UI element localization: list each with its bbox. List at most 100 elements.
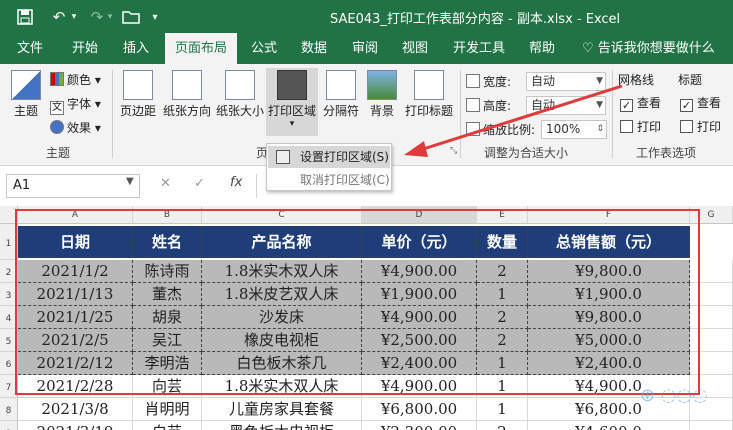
table-cell[interactable]: ¥1,900.0: [528, 283, 690, 306]
column-header-G[interactable]: G: [690, 206, 733, 224]
empty-cell[interactable]: [690, 352, 733, 375]
table-cell[interactable]: ¥6,800.00: [362, 398, 477, 421]
table-cell[interactable]: 2021/2/5: [18, 329, 133, 352]
table-cell[interactable]: ¥2,300.00: [362, 421, 477, 430]
gridlines-view-checkbox[interactable]: ✓ 查看: [620, 94, 661, 112]
table-cell[interactable]: 白芸: [133, 421, 202, 430]
table-header-cell[interactable]: 总销售额（元）: [528, 226, 690, 258]
table-cell[interactable]: 1: [477, 352, 528, 375]
table-cell[interactable]: ¥2,400.00: [362, 352, 477, 375]
spinner-icon[interactable]: ⇕: [596, 121, 604, 138]
tab-developer[interactable]: 开发工具: [446, 33, 512, 64]
column-header-A[interactable]: A: [18, 206, 133, 224]
table-cell[interactable]: 2021/1/2: [18, 260, 133, 283]
gridlines-print-checkbox[interactable]: 打印: [620, 118, 661, 136]
table-cell[interactable]: 橡皮电视柜: [202, 329, 362, 352]
tab-review[interactable]: 审阅: [344, 33, 386, 64]
table-header-cell[interactable]: 数量: [477, 226, 528, 258]
table-cell[interactable]: 2021/2/28: [18, 375, 133, 398]
table-cell[interactable]: ¥5,000.0: [528, 329, 690, 352]
table-cell[interactable]: 2: [477, 421, 528, 430]
table-cell[interactable]: 董杰: [133, 283, 202, 306]
table-header-cell[interactable]: 单价（元）: [362, 226, 477, 258]
colors-button[interactable]: 颜色 ▾: [50, 70, 101, 90]
table-cell[interactable]: ¥4,900.00: [362, 375, 477, 398]
save-icon[interactable]: [14, 6, 36, 28]
column-header-D[interactable]: D: [362, 206, 477, 224]
tab-insert[interactable]: 插入: [113, 33, 159, 64]
fx-icon[interactable]: fx: [230, 175, 242, 190]
open-folder-icon[interactable]: [120, 6, 142, 28]
table-header-cell[interactable]: 姓名: [133, 226, 202, 258]
table-cell[interactable]: 2021/2/12: [18, 352, 133, 375]
row-header-6[interactable]: 6: [0, 352, 18, 375]
tab-view[interactable]: 视图: [394, 33, 436, 64]
width-select[interactable]: 自动 ▼: [526, 72, 606, 91]
table-cell[interactable]: ¥9,800.0: [528, 306, 690, 329]
background-button[interactable]: 背景: [364, 70, 400, 119]
table-cell[interactable]: 吴江: [133, 329, 202, 352]
table-cell[interactable]: 1.8米实木双人床: [202, 260, 362, 283]
headings-view-checkbox[interactable]: ✓ 查看: [680, 94, 721, 112]
table-cell[interactable]: 2021/1/25: [18, 306, 133, 329]
table-cell[interactable]: ¥4,600.0: [528, 421, 690, 430]
headings-print-checkbox[interactable]: 打印: [680, 118, 721, 136]
tell-me-box[interactable]: ♡ 告诉我你想要做什么: [582, 33, 715, 64]
table-cell[interactable]: 白色板木茶几: [202, 352, 362, 375]
height-select[interactable]: 自动 ▼: [526, 96, 606, 115]
table-cell[interactable]: 2: [477, 260, 528, 283]
fonts-button[interactable]: 文字体 ▾: [50, 94, 101, 115]
table-cell[interactable]: 儿童房家具套餐: [202, 398, 362, 421]
row-header-8[interactable]: 8: [0, 398, 18, 421]
row-header-9[interactable]: 9: [0, 421, 18, 430]
row-header-2[interactable]: 2: [0, 260, 18, 283]
column-header-B[interactable]: B: [133, 206, 202, 224]
name-box-dropdown-icon[interactable]: ▼: [126, 176, 134, 187]
orientation-button[interactable]: 纸张方向: [160, 70, 214, 119]
table-cell[interactable]: 沙发床: [202, 306, 362, 329]
row-header-4[interactable]: 4: [0, 306, 18, 329]
row-header-5[interactable]: 5: [0, 329, 18, 352]
size-button[interactable]: 纸张大小: [214, 70, 266, 119]
table-cell[interactable]: 李明浩: [133, 352, 202, 375]
table-cell[interactable]: 向芸: [133, 375, 202, 398]
table-cell[interactable]: ¥2,500.00: [362, 329, 477, 352]
cancel-icon[interactable]: ✕: [160, 176, 171, 191]
empty-cell[interactable]: [690, 283, 733, 306]
table-cell[interactable]: 2: [477, 329, 528, 352]
tab-home[interactable]: 开始: [62, 33, 108, 64]
row-header-7[interactable]: 7: [0, 375, 18, 398]
table-cell[interactable]: 2: [477, 306, 528, 329]
tab-formulas[interactable]: 公式: [243, 33, 285, 64]
customize-toolbar-icon[interactable]: ▾: [148, 6, 162, 28]
themes-button[interactable]: 主题: [8, 70, 44, 119]
row-header-1[interactable]: 1: [0, 224, 18, 260]
table-header-cell[interactable]: 日期: [18, 226, 133, 258]
table-cell[interactable]: ¥4,900.00: [362, 306, 477, 329]
print-area-button[interactable]: 打印区域 ▾: [266, 68, 318, 136]
enter-icon[interactable]: ✓: [194, 176, 205, 191]
tab-page-layout[interactable]: 页面布局: [165, 33, 237, 64]
empty-cell[interactable]: [690, 260, 733, 283]
empty-cell[interactable]: [690, 329, 733, 352]
table-cell[interactable]: 2021/1/13: [18, 283, 133, 306]
dialog-launcher-icon[interactable]: ⤡: [450, 146, 457, 156]
table-cell[interactable]: 1: [477, 398, 528, 421]
redo-dropdown-icon[interactable]: ▾: [104, 6, 116, 28]
undo-icon[interactable]: ↶: [48, 6, 70, 28]
select-all-corner[interactable]: [0, 206, 18, 224]
table-cell[interactable]: ¥2,400.0: [528, 352, 690, 375]
table-cell[interactable]: 2021/3/8: [18, 398, 133, 421]
table-header-cell[interactable]: 产品名称: [202, 226, 362, 258]
table-cell[interactable]: 黑色板木电视柜: [202, 421, 362, 430]
column-header-F[interactable]: F: [528, 206, 690, 224]
row-header-3[interactable]: 3: [0, 283, 18, 306]
table-cell[interactable]: 2021/3/19: [18, 421, 133, 430]
table-cell[interactable]: ¥4,900.00: [362, 260, 477, 283]
breaks-button[interactable]: 分隔符: [320, 70, 362, 119]
table-cell[interactable]: 1.8米皮艺双人床: [202, 283, 362, 306]
column-header-C[interactable]: C: [202, 206, 362, 224]
empty-cell[interactable]: [690, 306, 733, 329]
tab-data[interactable]: 数据: [293, 33, 335, 64]
print-titles-button[interactable]: 打印标题: [402, 70, 456, 119]
